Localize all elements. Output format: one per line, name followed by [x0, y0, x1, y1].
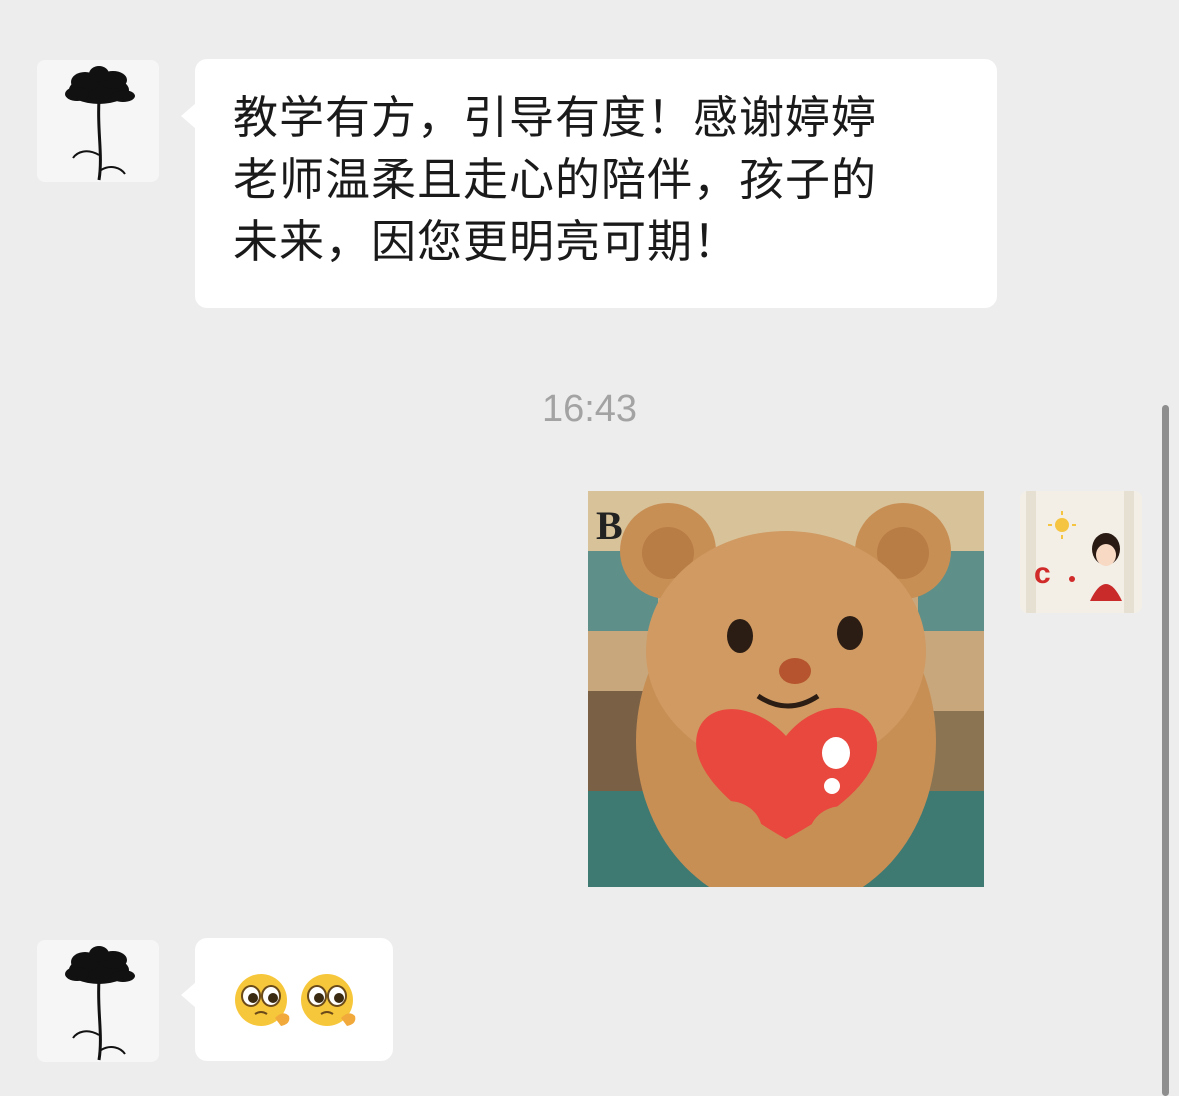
message-line: 未来，因您更明亮可期！ — [233, 215, 740, 268]
emoji-row — [231, 966, 393, 1030]
message-line: 老师温柔且走心的陪伴，孩子的 — [233, 153, 878, 206]
svg-text:B: B — [596, 503, 623, 548]
message-timestamp: 16:43 — [541, 388, 638, 430]
pleading-face-icon — [235, 974, 290, 1026]
black-flower-icon — [37, 60, 159, 182]
sticker-message[interactable]: B — [588, 491, 984, 887]
black-flower-icon — [37, 940, 159, 1062]
self-avatar[interactable]: c — [1020, 491, 1142, 613]
svg-text:c: c — [1034, 557, 1051, 590]
contact-avatar[interactable] — [37, 60, 159, 182]
message-bubble-emoji[interactable] — [181, 938, 393, 1061]
message-line: 教学有方，引导有度！感谢婷婷 — [233, 91, 878, 144]
teddy-bear-heart-icon: B — [588, 491, 984, 887]
contact-avatar[interactable] — [37, 940, 159, 1062]
chat-area: 教学有方，引导有度！感谢婷婷 老师温柔且走心的陪伴，孩子的 未来，因您更明亮可期… — [0, 0, 1179, 1096]
pleading-face-icon — [301, 974, 356, 1026]
scrollbar[interactable] — [1162, 405, 1169, 1096]
girl-cartoon-icon: c — [1020, 491, 1142, 613]
message-bubble-text[interactable]: 教学有方，引导有度！感谢婷婷 老师温柔且走心的陪伴，孩子的 未来，因您更明亮可期… — [181, 59, 997, 308]
